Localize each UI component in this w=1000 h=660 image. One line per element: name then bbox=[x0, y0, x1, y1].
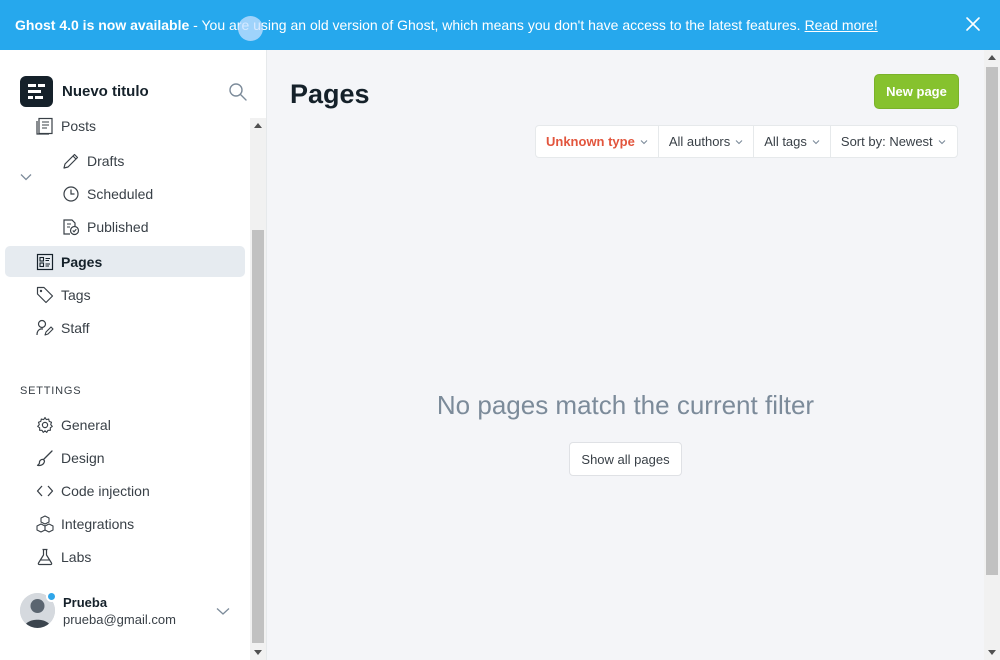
brand[interactable]: Nuevo titulo bbox=[20, 76, 149, 107]
new-page-button[interactable]: New page bbox=[874, 74, 959, 109]
posts-icon bbox=[36, 117, 54, 135]
chevron-down-icon bbox=[735, 139, 743, 145]
nav-published[interactable]: Published bbox=[5, 211, 245, 242]
empty-state-message: No pages match the current filter bbox=[436, 390, 815, 420]
nav-pages[interactable]: Pages bbox=[5, 246, 245, 277]
upgrade-banner: Ghost 4.0 is now available - You are usi… bbox=[0, 0, 1000, 50]
nav-label: Posts bbox=[61, 117, 97, 134]
filter-label: Sort by: Newest bbox=[840, 134, 933, 149]
gear-icon bbox=[36, 416, 54, 434]
clock-icon bbox=[62, 185, 80, 203]
nav-label: Design bbox=[61, 449, 105, 466]
settings-heading: SETTINGS bbox=[20, 385, 82, 397]
close-icon[interactable] bbox=[964, 15, 982, 33]
nav-tags[interactable]: Tags bbox=[5, 279, 245, 310]
show-all-pages-button[interactable]: Show all pages bbox=[569, 442, 682, 476]
flask-icon bbox=[36, 548, 54, 566]
nav-label: General bbox=[61, 416, 111, 433]
tag-icon bbox=[36, 286, 54, 304]
sidebar: Nuevo titulo Posts Drafts Scheduled Publ… bbox=[0, 50, 267, 660]
scroll-down-arrow-icon[interactable] bbox=[254, 650, 262, 655]
nav-code-injection[interactable]: Code injection bbox=[5, 475, 245, 506]
nav-design[interactable]: Design bbox=[5, 442, 245, 473]
user-name: Prueba bbox=[63, 595, 108, 610]
banner-message: - You are using an old version of Ghost,… bbox=[189, 17, 801, 33]
brush-icon bbox=[36, 449, 54, 467]
filter-label: All tags bbox=[764, 134, 807, 149]
filter-label: All authors bbox=[668, 134, 731, 149]
sidebar-scrollbar[interactable] bbox=[250, 118, 266, 660]
chevron-down-icon bbox=[640, 139, 648, 145]
type-filter-dropdown[interactable]: Unknown type bbox=[536, 126, 659, 157]
nav-label: Tags bbox=[61, 286, 91, 303]
author-filter-dropdown[interactable]: All authors bbox=[659, 126, 755, 157]
code-icon bbox=[36, 482, 54, 500]
published-icon bbox=[62, 218, 80, 236]
user-email: prueba@gmail.com bbox=[63, 612, 176, 627]
integrations-icon bbox=[36, 515, 54, 533]
nav-label: Published bbox=[87, 218, 149, 235]
nav-drafts[interactable]: Drafts bbox=[5, 145, 245, 176]
scroll-up-arrow-icon[interactable] bbox=[254, 123, 262, 128]
nav-labs[interactable]: Labs bbox=[5, 541, 245, 572]
search-icon[interactable] bbox=[228, 82, 248, 102]
nav-label: Drafts bbox=[87, 152, 125, 169]
scrollbar-thumb[interactable] bbox=[252, 230, 264, 643]
chevron-down-icon bbox=[938, 139, 946, 145]
chevron-down-icon bbox=[812, 139, 820, 145]
nav-label: Staff bbox=[61, 319, 90, 336]
online-status-dot bbox=[46, 591, 57, 602]
chevron-down-icon[interactable] bbox=[216, 605, 230, 617]
banner-headline: Ghost 4.0 is now available bbox=[15, 17, 190, 33]
nav-label: Code injection bbox=[61, 482, 150, 499]
nav-label: Pages bbox=[61, 253, 103, 270]
nav-integrations[interactable]: Integrations bbox=[5, 508, 245, 539]
scroll-up-arrow-icon[interactable] bbox=[988, 55, 996, 60]
nav-label: Integrations bbox=[61, 515, 135, 532]
main-content: Pages New page Unknown type All authors … bbox=[267, 50, 984, 660]
user-menu[interactable]: Prueba prueba@gmail.com bbox=[20, 591, 245, 633]
window-scrollbar[interactable] bbox=[984, 50, 1000, 660]
nav-staff[interactable]: Staff bbox=[5, 312, 245, 343]
tag-filter-dropdown[interactable]: All tags bbox=[754, 126, 831, 157]
banner-text: Ghost 4.0 is now available - You are usi… bbox=[15, 17, 801, 33]
nav-scheduled[interactable]: Scheduled bbox=[5, 178, 245, 209]
sort-dropdown[interactable]: Sort by: Newest bbox=[831, 126, 956, 157]
nav-label: Scheduled bbox=[87, 185, 154, 202]
staff-icon bbox=[36, 319, 54, 337]
pencil-icon bbox=[62, 152, 80, 170]
filter-bar: Unknown type All authors All tags Sort b… bbox=[535, 125, 958, 158]
pages-icon bbox=[36, 253, 54, 271]
scrollbar-thumb[interactable] bbox=[986, 67, 998, 575]
ghost-logo-icon bbox=[20, 76, 53, 107]
banner-read-more-link[interactable]: Read more! bbox=[805, 17, 878, 33]
filter-label: Unknown type bbox=[546, 134, 635, 149]
nav-label: Labs bbox=[61, 548, 92, 565]
nav-general[interactable]: General bbox=[5, 409, 245, 440]
nav-posts[interactable]: Posts bbox=[5, 110, 245, 141]
page-title: Pages bbox=[290, 79, 370, 109]
scroll-down-arrow-icon[interactable] bbox=[988, 650, 996, 655]
site-title: Nuevo titulo bbox=[62, 83, 149, 100]
